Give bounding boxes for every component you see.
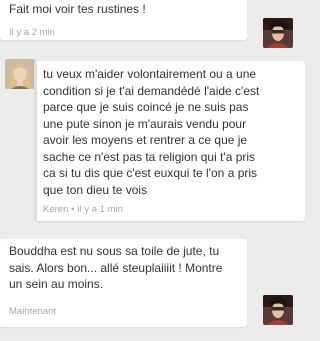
message-accent-bar <box>34 61 37 221</box>
user-avatar-dark-hair[interactable] <box>263 18 293 48</box>
message-bubble-2: tu veux m'aider volontairement ou a une … <box>34 61 305 221</box>
message-text: tu veux m'aider volontairement ou a une … <box>43 67 260 197</box>
message-text: Fait moi voir tes rustines ! <box>9 2 146 16</box>
message-timestamp: Maintenant <box>9 306 57 317</box>
message-text: Bouddha est nu sous sa toile de jute, tu… <box>9 244 223 291</box>
message-timestamp: Keren • Il y a 1 min <box>43 204 123 215</box>
message-bubble-1: Fait moi voir tes rustines ! Il y a 2 mi… <box>0 0 247 40</box>
user-avatar-dark-hair[interactable] <box>263 295 293 325</box>
message-timestamp: Il y a 2 min <box>9 27 55 38</box>
user-avatar-blonde[interactable] <box>5 59 35 89</box>
message-bubble-3: Bouddha est nu sous sa toile de jute, tu… <box>0 239 247 327</box>
